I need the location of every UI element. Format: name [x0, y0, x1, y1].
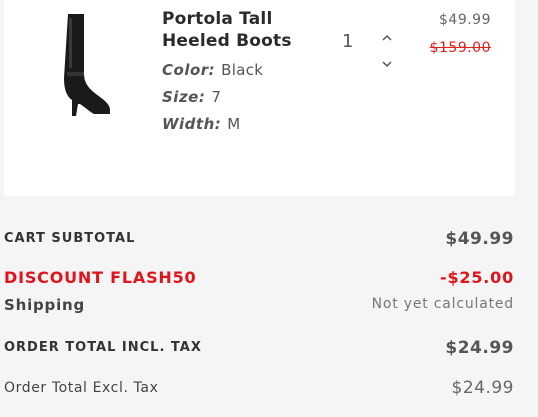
quantity-value[interactable]: 1 — [342, 31, 353, 52]
chevron-down-icon[interactable] — [380, 57, 394, 71]
product-size: Size: 7 — [162, 88, 221, 106]
total-excl-label: Order Total Excl. Tax — [4, 380, 159, 396]
size-value: 7 — [211, 88, 222, 106]
total-excl-value: $24.99 — [451, 378, 514, 398]
shipping-label: Shipping — [4, 296, 86, 314]
product-width: Width: M — [162, 115, 241, 133]
color-label: Color: — [162, 61, 216, 79]
width-label: Width: — [162, 115, 222, 133]
product-color: Color: Black — [162, 61, 263, 79]
color-value: Black — [221, 61, 264, 79]
size-label: Size: — [162, 88, 206, 106]
product-name[interactable]: Portola Tall Heeled Boots — [162, 8, 322, 52]
width-value: M — [227, 115, 241, 133]
discount-label: DISCOUNT FLASH50 — [4, 268, 197, 287]
discount-value: -$25.00 — [440, 268, 514, 287]
cart-item-card: Portola Tall Heeled Boots Color: Black Si… — [4, 0, 515, 196]
item-original-price: $159.00 — [429, 40, 491, 56]
product-image[interactable] — [54, 12, 114, 118]
chevron-up-icon[interactable] — [380, 31, 394, 45]
item-price: $49.99 — [439, 12, 491, 28]
subtotal-value: $49.99 — [445, 229, 514, 249]
total-incl-value: $24.99 — [445, 338, 514, 358]
subtotal-label: CART SUBTOTAL — [4, 231, 136, 246]
shipping-value: Not yet calculated — [371, 296, 514, 312]
total-incl-label: ORDER TOTAL INCL. TAX — [4, 340, 202, 355]
